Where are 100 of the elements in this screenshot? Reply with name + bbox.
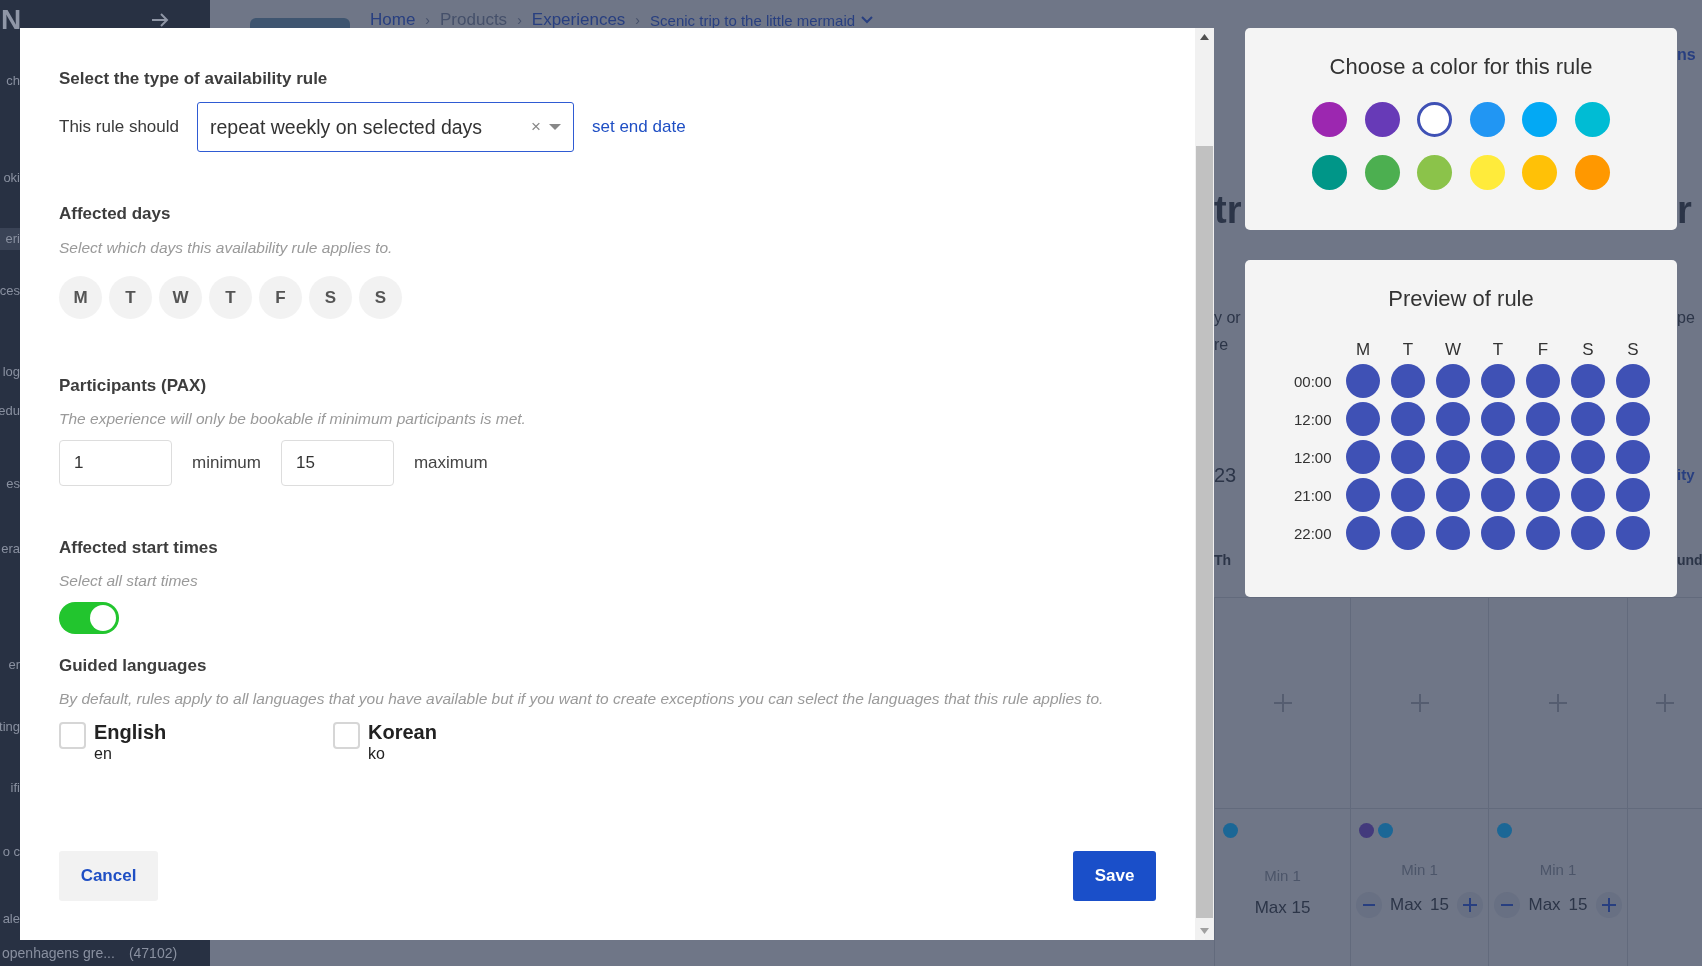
max-value: 15 <box>1430 895 1449 915</box>
section-heading: Affected days <box>59 203 172 225</box>
logo-letter: N <box>1 5 22 35</box>
day-toggle[interactable]: F <box>259 276 302 319</box>
breadcrumb-separator: › <box>635 12 641 28</box>
scroll-down-icon[interactable] <box>1200 928 1209 934</box>
day-label: W <box>1443 340 1462 360</box>
plus-icon <box>1463 898 1477 912</box>
day-label: T <box>1491 340 1505 360</box>
sidebar-item[interactable]: ting <box>0 716 20 738</box>
plus-icon[interactable] <box>1656 694 1674 712</box>
breadcrumb-separator: › <box>517 12 522 28</box>
field-label: maximum <box>413 453 488 473</box>
field-label: minimum <box>192 453 261 473</box>
color-swatch[interactable] <box>1417 154 1453 190</box>
day-label: M <box>1354 340 1372 360</box>
panel-title: Preview of rule <box>1388 286 1534 312</box>
time-label: 12:00 <box>1292 410 1333 428</box>
scroll-up-icon[interactable] <box>1200 34 1209 40</box>
day-toggle[interactable]: S <box>309 276 352 319</box>
time-label: 21:00 <box>1292 486 1333 504</box>
minimum-input[interactable]: 1 <box>59 440 172 486</box>
breadcrumb-link[interactable]: Home <box>370 10 416 30</box>
page-text-fragment: y or <box>1214 309 1241 326</box>
rule-type-select[interactable]: repeat weekly on selected days × <box>197 102 574 152</box>
checkbox[interactable] <box>333 722 360 749</box>
toggle-switch[interactable] <box>59 602 119 634</box>
scrollbar[interactable] <box>1195 28 1214 940</box>
section-hint: Select which days this availability rule applies to. <box>59 238 394 258</box>
max-label: Max <box>1528 895 1561 915</box>
plus-icon[interactable] <box>1410 694 1429 712</box>
sidebar-item[interactable]: ch <box>0 70 20 92</box>
page-text-fragment: tr <box>1214 188 1242 231</box>
language-name: English <box>94 720 167 744</box>
page-text-fragment: 23 <box>1214 463 1237 486</box>
section-heading: Guided languages <box>59 655 208 677</box>
color-swatch[interactable] <box>1417 102 1453 137</box>
increase-button[interactable] <box>1595 892 1622 918</box>
max-value: 15 <box>1568 895 1588 915</box>
cancel-button[interactable]: Cancel <box>59 851 158 901</box>
day-label: F <box>1536 340 1550 360</box>
color-swatch[interactable] <box>1312 154 1348 190</box>
decrease-button[interactable] <box>1494 892 1521 918</box>
day-toggle[interactable]: W <box>159 276 202 319</box>
arrow-right-icon[interactable] <box>150 12 170 28</box>
time-label: 22:00 <box>1292 524 1333 542</box>
set-end-date-link[interactable]: set end date <box>592 117 686 137</box>
maximum-input[interactable]: 15 <box>280 440 394 486</box>
sidebar-item[interactable]: es <box>0 473 20 495</box>
max-label: Max <box>1389 895 1423 915</box>
breadcrumb-link[interactable]: Experiences <box>531 10 626 30</box>
section-heading: Select the type of availability rule <box>59 68 329 90</box>
day-label: S <box>1581 340 1595 360</box>
max-label: Max 15 <box>1254 898 1311 918</box>
color-swatch[interactable] <box>1364 102 1400 137</box>
color-swatch[interactable] <box>1522 102 1558 137</box>
sidebar-item[interactable]: er <box>0 654 20 676</box>
plus-icon <box>1601 898 1616 912</box>
plus-icon[interactable] <box>1273 694 1292 712</box>
breadcrumb-separator: › <box>425 12 431 28</box>
clear-icon[interactable]: × <box>531 117 541 137</box>
section-hint: The experience will only be bookable if minimum participants is met. <box>59 409 527 429</box>
sidebar-item[interactable]: o c <box>0 841 20 863</box>
page-text-fragment: Th <box>1214 552 1232 568</box>
day-label: S <box>1626 340 1640 360</box>
sidebar-item[interactable]: era <box>0 538 20 560</box>
time-label: 00:00 <box>1292 372 1333 390</box>
sidebar-item-name: openhagens gre... <box>2 945 115 961</box>
day-toggle[interactable]: M <box>59 276 102 319</box>
language-code: en <box>94 744 113 764</box>
sidebar-item[interactable]: ifi <box>0 777 20 799</box>
sidebar-item[interactable]: ale <box>0 908 20 930</box>
color-swatch[interactable] <box>1574 102 1610 137</box>
page-text-fragment: ns <box>1677 46 1696 63</box>
page-text-fragment: pe <box>1677 309 1695 326</box>
save-button[interactable]: Save <box>1073 851 1156 901</box>
color-swatch[interactable] <box>1364 154 1400 190</box>
day-toggle[interactable]: T <box>109 276 152 319</box>
sidebar-item[interactable]: log <box>0 361 20 383</box>
sidebar-item[interactable]: ces <box>0 280 20 302</box>
checkbox[interactable] <box>59 722 86 749</box>
page-text-fragment: ity <box>1677 466 1695 483</box>
section-heading: Affected start times <box>59 537 219 559</box>
color-swatch[interactable] <box>1469 154 1505 190</box>
day-toggle[interactable]: S <box>359 276 402 319</box>
sidebar-item[interactable]: oki <box>0 167 20 189</box>
color-swatch[interactable] <box>1469 102 1505 137</box>
breadcrumb-dropdown[interactable]: Scenic trip to the little mermaid <box>650 11 874 29</box>
section-heading: Participants (PAX) <box>59 375 208 397</box>
page-text-fragment: r <box>1677 188 1692 231</box>
color-swatch[interactable] <box>1312 102 1348 137</box>
language-code: ko <box>368 744 386 764</box>
time-label: 12:00 <box>1292 448 1333 466</box>
decrease-button[interactable] <box>1355 892 1382 918</box>
day-toggle[interactable]: T <box>209 276 252 319</box>
color-swatch[interactable] <box>1574 154 1610 190</box>
increase-button[interactable] <box>1457 892 1483 918</box>
plus-icon[interactable] <box>1549 694 1567 712</box>
page-text-fragment: re <box>1214 335 1229 353</box>
color-swatch[interactable] <box>1522 154 1558 190</box>
